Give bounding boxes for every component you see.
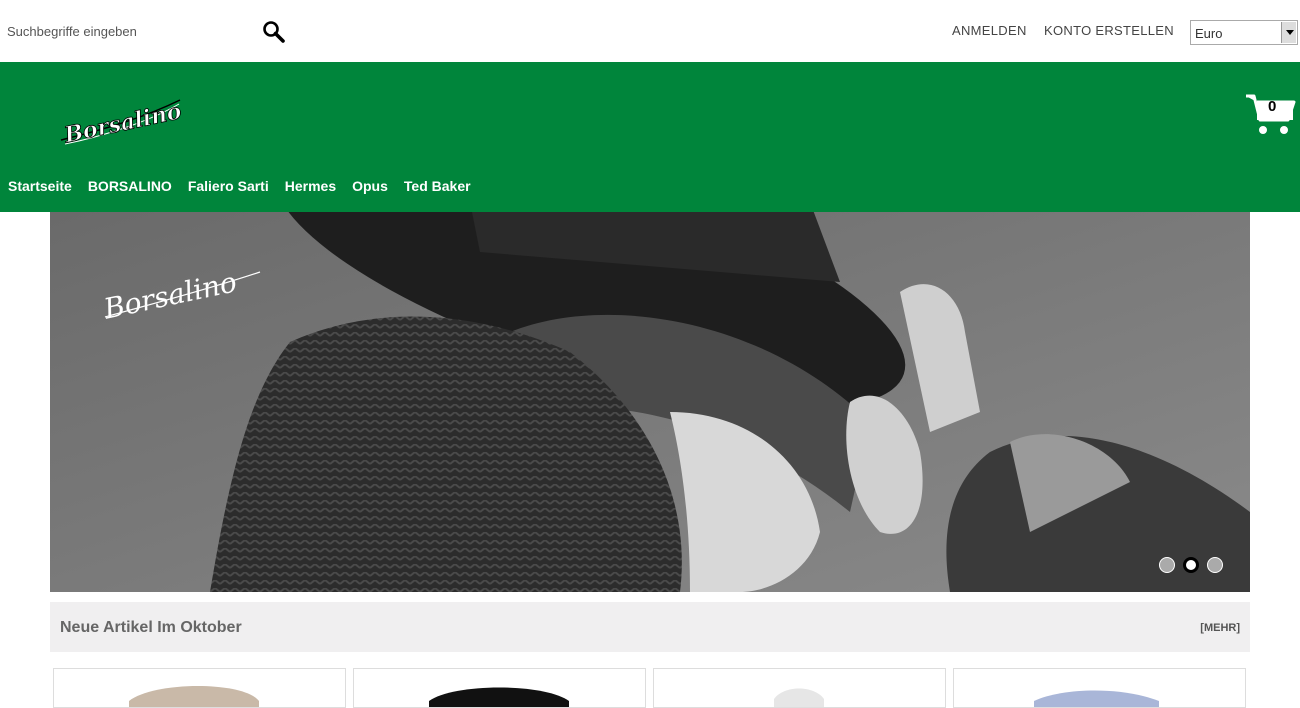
carousel-dots <box>1159 557 1223 573</box>
search-input[interactable] <box>0 14 255 48</box>
cart-count: 0 <box>1268 98 1277 115</box>
nav-item-hermes[interactable]: Hermes <box>285 178 336 194</box>
main-nav: Startseite BORSALINO Faliero Sarti Herme… <box>8 178 471 194</box>
chevron-down-icon[interactable] <box>1281 22 1296 43</box>
product-image <box>774 688 824 707</box>
carousel-dot-3[interactable] <box>1207 557 1223 573</box>
carousel-dot-1[interactable] <box>1159 557 1175 573</box>
hero-image: Borsalino <box>50 212 1250 592</box>
logo-text: Borsalino <box>61 98 184 148</box>
product-card[interactable] <box>653 668 946 708</box>
product-card[interactable] <box>53 668 346 708</box>
hero-banner[interactable]: Borsalino <box>50 212 1250 592</box>
top-bar: ANMELDEN KONTO ERSTELLEN Euro <box>0 0 1300 62</box>
nav-item-borsalino[interactable]: BORSALINO <box>88 178 172 194</box>
brand-logo[interactable]: Borsalino <box>55 92 185 152</box>
product-card[interactable] <box>353 668 646 708</box>
nav-item-opus[interactable]: Opus <box>352 178 388 194</box>
product-card[interactable] <box>953 668 1246 708</box>
currency-selected-value: Euro <box>1195 26 1223 41</box>
product-image <box>1034 690 1159 707</box>
site-header: Borsalino 0 Startseite BORSALINO Faliero… <box>0 62 1300 212</box>
nav-item-startseite[interactable]: Startseite <box>8 178 72 194</box>
register-link[interactable]: KONTO ERSTELLEN <box>1044 23 1174 38</box>
new-items-section-header: Neue Artikel Im Oktober [MEHR] <box>50 602 1250 652</box>
more-link[interactable]: [MEHR] <box>1200 622 1240 634</box>
search-icon <box>263 21 285 43</box>
login-link[interactable]: ANMELDEN <box>952 23 1027 38</box>
section-title: Neue Artikel Im Oktober <box>60 619 242 636</box>
product-image <box>429 687 569 707</box>
currency-select[interactable]: Euro <box>1190 20 1298 45</box>
search-button[interactable] <box>262 20 286 44</box>
carousel-dot-2[interactable] <box>1183 557 1199 573</box>
nav-item-ted-baker[interactable]: Ted Baker <box>404 178 471 194</box>
nav-item-faliero-sarti[interactable]: Faliero Sarti <box>188 178 269 194</box>
product-image <box>129 686 259 707</box>
